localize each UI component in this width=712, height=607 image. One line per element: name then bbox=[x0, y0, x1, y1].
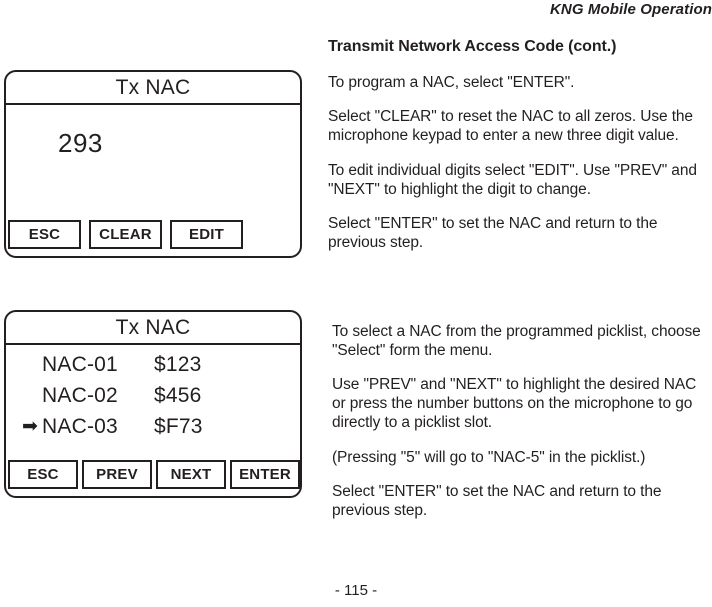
softkey-esc[interactable]: ESC bbox=[8, 460, 78, 489]
softkey-next[interactable]: NEXT bbox=[156, 460, 226, 489]
lcd-title: Tx NAC bbox=[115, 76, 191, 99]
instruction-paragraph: Select "ENTER" to set the NAC and return… bbox=[328, 215, 658, 251]
section-heading: Transmit Network Access Code (cont.) bbox=[328, 38, 617, 55]
picklist-slot-value: $456 bbox=[154, 384, 202, 407]
softkey-row: ESC PREV NEXT ENTER bbox=[8, 460, 300, 489]
lcd-body: 293 ESC CLEAR EDIT bbox=[6, 105, 300, 258]
lcd-titlebar: Tx NAC bbox=[6, 312, 300, 345]
picklist-slot-value: $F73 bbox=[154, 415, 203, 438]
lcd-screen-nac-edit: Tx NAC 293 ESC CLEAR EDIT bbox=[4, 70, 302, 258]
nac-picklist: NAC-01 $123 NAC-02 $456 ➡ NAC-03 $F73 bbox=[6, 349, 300, 442]
instruction-paragraph: To program a NAC, select "ENTER". bbox=[328, 73, 575, 91]
instruction-column-bottom: To select a NAC from the programmed pick… bbox=[332, 306, 712, 529]
instruction-column-top: Transmit Network Access Code (cont.) To … bbox=[328, 36, 712, 261]
instruction-paragraph: To select a NAC from the programmed pick… bbox=[332, 322, 701, 359]
running-header-title: KNG Mobile Operation bbox=[549, 1, 712, 18]
lcd-titlebar: Tx NAC bbox=[6, 72, 300, 105]
picklist-slot-name: NAC-03 bbox=[42, 415, 118, 438]
softkey-edit[interactable]: EDIT bbox=[170, 220, 243, 249]
picklist-slot-value: $123 bbox=[154, 353, 202, 376]
softkey-row: ESC CLEAR EDIT bbox=[8, 220, 243, 249]
instruction-paragraph: (Pressing "5" will go to "NAC-5" in the … bbox=[332, 448, 646, 466]
instruction-paragraph: Select "ENTER" to set the NAC and return… bbox=[332, 483, 662, 519]
picklist-slot-name: NAC-01 bbox=[42, 353, 118, 376]
instruction-paragraph: To edit individual digits select "EDIT".… bbox=[328, 161, 697, 198]
nac-value-display: 293 bbox=[58, 128, 103, 158]
instruction-paragraph: Select "CLEAR" to reset the NAC to all z… bbox=[328, 108, 693, 144]
picklist-slot-name: NAC-02 bbox=[42, 384, 118, 407]
softkey-esc[interactable]: ESC bbox=[8, 220, 81, 249]
list-item[interactable]: NAC-01 $123 bbox=[6, 349, 300, 380]
lcd-body: NAC-01 $123 NAC-02 $456 ➡ NAC-03 $F73 ES… bbox=[6, 345, 300, 498]
softkey-enter[interactable]: ENTER bbox=[230, 460, 300, 489]
selection-arrow-icon: ➡ bbox=[22, 416, 38, 437]
softkey-clear[interactable]: CLEAR bbox=[89, 220, 162, 249]
instruction-paragraph: Use "PREV" and "NEXT" to highlight the d… bbox=[332, 376, 697, 431]
page-number: - 115 - bbox=[334, 582, 378, 599]
softkey-prev[interactable]: PREV bbox=[82, 460, 152, 489]
list-item-selected[interactable]: ➡ NAC-03 $F73 bbox=[6, 411, 300, 442]
list-item[interactable]: NAC-02 $456 bbox=[6, 380, 300, 411]
lcd-title: Tx NAC bbox=[115, 316, 191, 339]
lcd-screen-nac-picklist: Tx NAC NAC-01 $123 NAC-02 $456 ➡ NAC-03 … bbox=[4, 310, 302, 498]
